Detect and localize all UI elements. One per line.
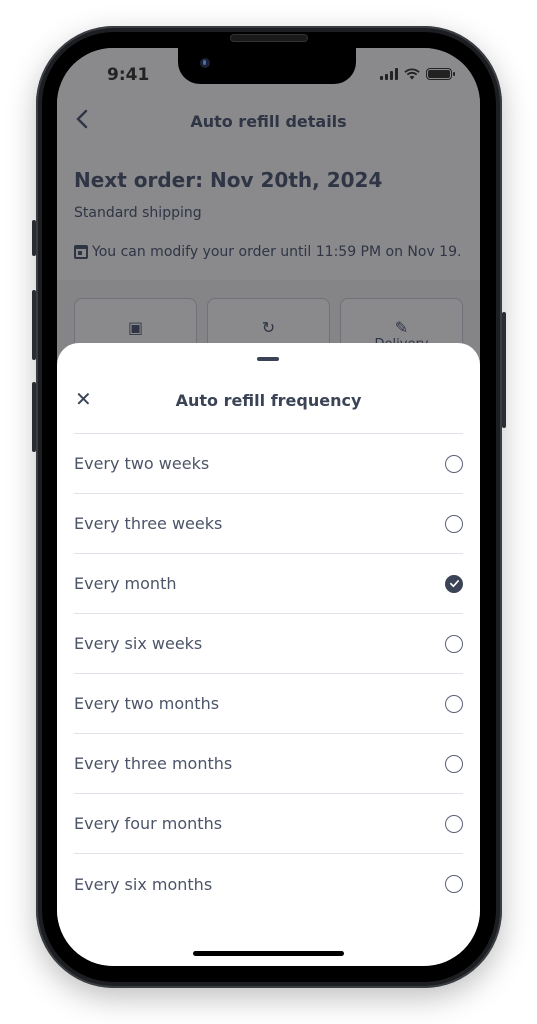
radio-unchecked-icon[interactable] [445, 875, 463, 893]
frequency-options: Every two weeks Every three weeks Every … [74, 433, 463, 914]
frequency-option[interactable]: Every three weeks [74, 494, 463, 554]
status-time: 9:41 [107, 65, 150, 85]
option-label: Every two weeks [74, 454, 210, 473]
volume-up-button [32, 290, 36, 360]
frequency-option[interactable]: Every six months [74, 854, 463, 914]
radio-unchecked-icon[interactable] [445, 634, 463, 653]
option-label: Every two months [74, 694, 220, 713]
modify-deadline-note: You can modify your order until 11:59 PM… [74, 244, 461, 260]
refresh-icon: ↻ [261, 318, 276, 337]
modify-deadline-text: You can modify your order until 11:59 PM… [92, 244, 462, 260]
radio-unchecked-icon[interactable] [445, 814, 463, 833]
frequency-option[interactable]: Every two weeks [74, 434, 463, 494]
frequency-option[interactable]: Every four months [74, 794, 463, 854]
wifi-icon [404, 68, 420, 80]
calendar-icon [74, 245, 88, 259]
option-label: Every three months [74, 754, 233, 773]
frequency-option[interactable]: Every two months [74, 674, 463, 734]
calendar-icon: ▣ [127, 318, 144, 337]
status-icons [380, 68, 455, 80]
option-label: Every three weeks [74, 514, 223, 533]
front-camera [200, 58, 210, 68]
power-button [502, 312, 506, 428]
sheet-title: Auto refill frequency [175, 391, 362, 410]
radio-unchecked-icon[interactable] [445, 514, 463, 533]
frequency-bottom-sheet: ✕ Auto refill frequency Every two weeks … [57, 343, 480, 966]
option-label: Every six months [74, 874, 213, 894]
radio-unchecked-icon[interactable] [445, 694, 463, 713]
radio-checked-icon[interactable] [445, 574, 463, 593]
frequency-option-selected[interactable]: Every month [74, 554, 463, 614]
shipping-method: Standard shipping [74, 205, 202, 221]
next-order-title: Next order: Nov 20th, 2024 [74, 168, 383, 192]
cellular-signal-icon [380, 68, 398, 80]
mute-switch [32, 220, 36, 256]
radio-unchecked-icon[interactable] [445, 754, 463, 773]
frequency-option[interactable]: Every three months [74, 734, 463, 794]
earpiece-speaker [230, 34, 308, 42]
battery-icon [426, 68, 455, 80]
option-label: Every four months [74, 814, 223, 833]
option-label: Every month [74, 574, 177, 593]
frequency-option[interactable]: Every six weeks [74, 614, 463, 674]
nav-title: Auto refill details [190, 112, 347, 131]
volume-down-button [32, 382, 36, 452]
radio-unchecked-icon[interactable] [445, 454, 463, 473]
sheet-grabber[interactable] [257, 357, 279, 361]
pencil-icon: ✎ [394, 318, 409, 337]
checkmark-icon [449, 580, 459, 588]
home-indicator[interactable] [193, 951, 344, 956]
screen: 9:41 Auto refill details Next order: Nov… [57, 48, 480, 966]
option-label: Every six weeks [74, 634, 203, 653]
